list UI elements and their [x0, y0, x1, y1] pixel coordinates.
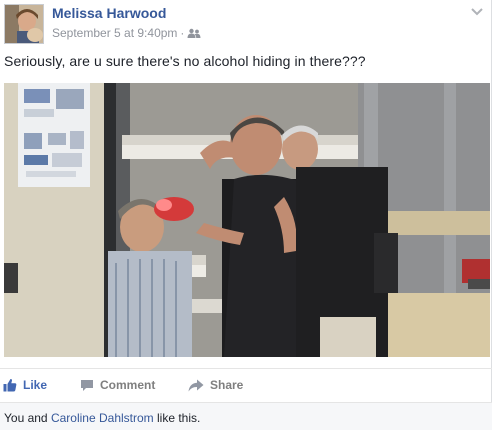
comment-button[interactable]: Comment	[80, 369, 155, 401]
post-photo[interactable]	[4, 83, 490, 357]
photo-image	[4, 83, 490, 357]
like-label: Like	[23, 378, 48, 392]
share-label: Share	[210, 378, 244, 392]
comment-label: Comment	[100, 378, 156, 392]
post-actions: Like Comment Share	[0, 368, 492, 400]
chevron-down-icon[interactable]	[470, 4, 484, 16]
likes-suffix: like this.	[153, 411, 201, 425]
friends-icon[interactable]	[187, 28, 201, 39]
share-icon	[188, 379, 204, 391]
avatar-image	[5, 5, 43, 43]
author-avatar[interactable]	[4, 4, 44, 44]
meta-separator: ·	[180, 26, 185, 40]
facebook-post: Melissa Harwood September 5 at 9:40pm · …	[0, 0, 492, 430]
like-button[interactable]: Like	[3, 369, 47, 401]
likes-text: You and Caroline Dahlstrom like this.	[4, 411, 200, 425]
liker-link[interactable]: Caroline Dahlstrom	[51, 411, 154, 425]
likes-prefix: You and	[4, 411, 51, 425]
author-name[interactable]: Melissa Harwood	[52, 5, 166, 21]
share-button[interactable]: Share	[188, 369, 243, 401]
post-message: Seriously, are u sure there's no alcohol…	[4, 53, 366, 69]
likes-summary: You and Caroline Dahlstrom like this.	[0, 402, 492, 430]
comment-icon	[81, 379, 93, 391]
post-header: Melissa Harwood September 5 at 9:40pm ·	[0, 0, 492, 48]
post-meta: September 5 at 9:40pm ·	[52, 26, 201, 40]
thumbs-up-icon	[3, 378, 17, 392]
post-timestamp[interactable]: September 5 at 9:40pm	[52, 26, 177, 40]
